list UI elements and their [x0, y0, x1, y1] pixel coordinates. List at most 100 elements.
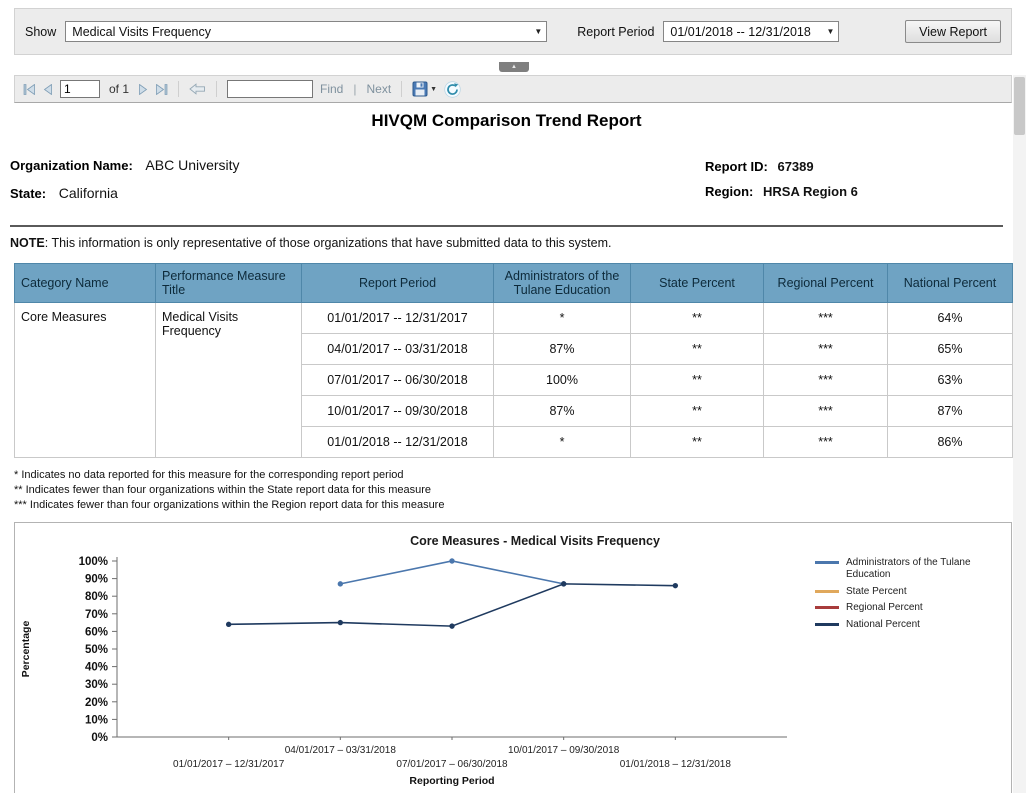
parameter-splitter: ▲	[0, 62, 1026, 74]
report-period-dropdown[interactable]: 01/01/2018 -- 12/31/2018 ▼	[663, 21, 839, 42]
previous-page-icon[interactable]	[43, 84, 53, 95]
region-cell: ***	[764, 303, 888, 334]
period-cell: 04/01/2017 -- 03/31/2018	[302, 334, 494, 365]
divider	[10, 225, 1003, 227]
period-cell: 01/01/2017 -- 12/31/2017	[302, 303, 494, 334]
series-point	[338, 581, 343, 586]
y-tick-label: 70%	[85, 608, 108, 620]
admin-cell: 87%	[494, 396, 631, 427]
chart-xlabel: Reporting Period	[409, 775, 494, 787]
y-tick-label: 0%	[91, 732, 108, 744]
show-dropdown[interactable]: Medical Visits Frequency ▼	[65, 21, 547, 42]
period-cell: 07/01/2017 -- 06/30/2018	[302, 365, 494, 396]
series-line	[340, 561, 563, 584]
find-link[interactable]: Find	[320, 82, 343, 96]
x-tick-label: 10/01/2017 – 09/30/2018	[508, 745, 620, 756]
comparison-table: Category Name Performance Measure Title …	[14, 263, 1013, 458]
state-cell: **	[631, 303, 764, 334]
vertical-scrollbar[interactable]	[1013, 75, 1026, 793]
col-regional-percent: Regional Percent	[764, 264, 888, 303]
y-tick-label: 10%	[85, 714, 108, 726]
show-dropdown-value: Medical Visits Frequency	[72, 25, 211, 39]
back-to-parent-icon[interactable]	[189, 83, 206, 95]
chart-title: Core Measures - Medical Visits Frequency	[410, 534, 660, 548]
footnote-triple-asterisk: *** Indicates fewer than four organizati…	[14, 498, 999, 513]
state-label: State:	[10, 186, 46, 201]
legend-swatch	[815, 561, 839, 564]
national-cell: 87%	[888, 396, 1013, 427]
col-report-period: Report Period	[302, 264, 494, 303]
toolbar-separator	[216, 81, 217, 97]
national-cell: 65%	[888, 334, 1013, 365]
y-tick-label: 20%	[85, 696, 108, 708]
series-point	[226, 621, 231, 626]
note-label: NOTE	[10, 236, 45, 250]
admin-cell: 100%	[494, 365, 631, 396]
last-page-icon[interactable]	[155, 84, 168, 95]
y-tick-label: 60%	[85, 626, 108, 638]
region-label: Region:	[705, 184, 753, 199]
find-next-link[interactable]: Next	[366, 82, 391, 96]
current-page-input[interactable]	[60, 80, 100, 98]
footnote-asterisk: * Indicates no data reported for this me…	[14, 468, 999, 483]
x-tick-label: 07/01/2017 – 06/30/2018	[396, 759, 508, 770]
chart-ylabel: Percentage	[20, 620, 32, 677]
toolbar-separator	[178, 81, 179, 97]
view-report-button[interactable]: View Report	[905, 20, 1001, 43]
organization-value: ABC University	[145, 157, 239, 173]
legend-label: National Percent	[846, 619, 920, 632]
series-point	[449, 623, 454, 628]
chevron-down-icon: ▼	[430, 86, 437, 93]
legend-item: State Percent	[815, 586, 1003, 599]
show-label: Show	[25, 25, 56, 39]
page-count-label: of 1	[109, 82, 129, 96]
region-cell: ***	[764, 427, 888, 458]
legend-item: Regional Percent	[815, 602, 1003, 615]
report-period-label: Report Period	[577, 25, 654, 39]
trend-chart: Core Measures - Medical Visits Frequency…	[14, 522, 1012, 793]
category-cell: Core Measures	[15, 303, 156, 458]
legend-label: Regional Percent	[846, 602, 923, 615]
report-toolbar: of 1 Find | Next ▼	[14, 75, 1012, 103]
legend-swatch	[815, 606, 839, 609]
toolbar-separator	[401, 81, 402, 97]
legend-label: Administrators of the Tulane Education	[846, 557, 1003, 582]
state-cell: **	[631, 396, 764, 427]
next-page-icon[interactable]	[138, 84, 148, 95]
state-cell: **	[631, 365, 764, 396]
admin-cell: *	[494, 427, 631, 458]
series-line	[229, 583, 676, 625]
y-tick-label: 50%	[85, 644, 108, 656]
col-national-percent: National Percent	[888, 264, 1013, 303]
table-header-row: Category Name Performance Measure Title …	[15, 264, 1013, 303]
col-category-name: Category Name	[15, 264, 156, 303]
region-cell: ***	[764, 365, 888, 396]
region-cell: ***	[764, 396, 888, 427]
report-id-field: Report ID: 67389	[705, 159, 858, 174]
region-cell: ***	[764, 334, 888, 365]
report-content: HIVQM Comparison Trend Report Organizati…	[0, 103, 1013, 793]
export-save-icon[interactable]: ▼	[412, 81, 437, 97]
splitter-collapse-handle[interactable]: ▲	[499, 62, 529, 72]
series-point	[673, 582, 678, 587]
y-tick-label: 90%	[85, 573, 108, 585]
report-id-value: 67389	[777, 159, 813, 174]
y-tick-label: 80%	[85, 591, 108, 603]
scrollbar-thumb[interactable]	[1014, 77, 1025, 135]
admin-cell: *	[494, 303, 631, 334]
table-row: Core Measures Medical Visits Frequency 0…	[15, 303, 1013, 334]
y-tick-label: 100%	[79, 556, 108, 568]
find-next-separator: |	[353, 82, 356, 96]
first-page-icon[interactable]	[23, 84, 36, 95]
col-performance-measure: Performance Measure Title	[156, 264, 302, 303]
find-text-input[interactable]	[227, 80, 313, 98]
legend-item: Administrators of the Tulane Education	[815, 557, 1003, 582]
organization-field: Organization Name: ABC University	[10, 157, 240, 173]
series-point	[449, 558, 454, 563]
period-cell: 10/01/2017 -- 09/30/2018	[302, 396, 494, 427]
refresh-icon[interactable]	[444, 81, 461, 98]
legend-label: State Percent	[846, 586, 907, 599]
col-administrators: Administrators of the Tulane Education	[494, 264, 631, 303]
legend-item: National Percent	[815, 619, 1003, 632]
note-text: NOTE: This information is only represent…	[10, 236, 1003, 250]
